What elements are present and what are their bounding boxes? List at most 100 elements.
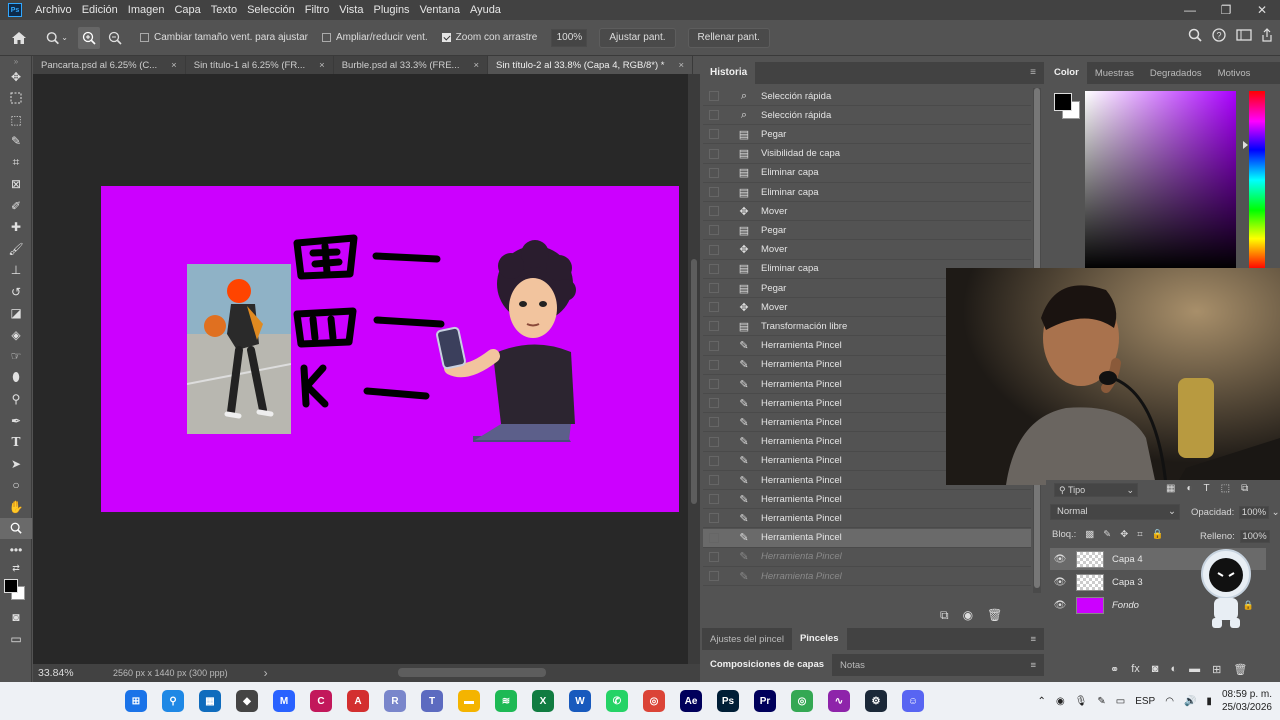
pen-icon[interactable]: ✎ xyxy=(1097,696,1105,707)
chrome-profile-icon[interactable]: ◎ xyxy=(791,690,813,712)
snapshot-source-checkbox[interactable] xyxy=(709,340,719,351)
crop-tool-icon[interactable]: ⌗ xyxy=(0,152,32,174)
tab-brushes[interactable]: Pinceles xyxy=(791,628,847,650)
history-item[interactable]: ✎ Herramienta Pincel xyxy=(703,528,1031,548)
smudge-tool-icon[interactable]: ☞ xyxy=(0,346,32,368)
snapshot-source-checkbox[interactable] xyxy=(709,475,719,485)
lock-transparent-icon[interactable]: ▩ xyxy=(1085,529,1094,540)
lock-pixels-icon[interactable]: ✎ xyxy=(1103,529,1111,540)
color-picker-field[interactable] xyxy=(1085,91,1236,269)
scroll-thumb[interactable] xyxy=(691,259,697,504)
help-icon[interactable]: ? xyxy=(1212,28,1226,45)
history-item[interactable]: ▤ Eliminar capa xyxy=(703,183,1031,202)
snapshot-source-checkbox[interactable] xyxy=(709,398,719,409)
zoom-all-windows-checkbox[interactable]: Ampliar/reducir vent. xyxy=(321,32,428,43)
whatsapp-icon[interactable]: ✆ xyxy=(606,690,628,712)
app-cube-icon[interactable]: ◆ xyxy=(236,690,258,712)
close-tab-icon[interactable]: × xyxy=(678,60,684,71)
close-tab-icon[interactable]: × xyxy=(473,60,479,71)
visibility-eye-icon[interactable]: 👁 xyxy=(1050,554,1070,565)
document-canvas[interactable] xyxy=(101,186,679,512)
windows-start-icon[interactable]: ⊞ xyxy=(125,690,147,712)
snapshot-source-checkbox[interactable] xyxy=(709,244,719,255)
zoom-tool-icon[interactable]: ⌄ xyxy=(46,27,68,49)
photoshop-icon[interactable]: Ps xyxy=(717,690,739,712)
snapshot-source-checkbox[interactable] xyxy=(709,187,719,197)
link-layers-icon[interactable]: ⚭ xyxy=(1110,663,1119,676)
file-explorer-icon[interactable]: ▬ xyxy=(458,690,480,712)
spotify-icon[interactable]: ≋ xyxy=(495,690,517,712)
zoom-in-icon[interactable] xyxy=(78,26,100,49)
after-effects-icon[interactable]: Ae xyxy=(680,690,702,712)
snapshot-source-checkbox[interactable] xyxy=(709,283,719,293)
snapshot-source-checkbox[interactable] xyxy=(709,225,719,236)
sponge-tool-icon[interactable]: ⚲ xyxy=(0,389,32,411)
tab-pancarta[interactable]: Pancarta.psd al 6.25% (C... × xyxy=(33,56,186,74)
search-icon[interactable]: ⚲ xyxy=(162,690,184,712)
snapshot-source-checkbox[interactable] xyxy=(709,532,719,543)
steam-icon[interactable]: ⚙ xyxy=(865,690,887,712)
menu-ventana[interactable]: Ventana xyxy=(415,0,465,20)
pen-tool-icon[interactable]: ✒ xyxy=(0,410,32,432)
fit-screen-button[interactable]: Ajustar pant. xyxy=(599,27,676,48)
app-tray-icon[interactable]: ◉ xyxy=(1056,696,1065,707)
premiere-icon[interactable]: Pr xyxy=(754,690,776,712)
new-group-icon[interactable]: ▬ xyxy=(1189,663,1200,676)
history-item[interactable]: ⌕ Selección rápida xyxy=(703,87,1031,106)
brush-tool-icon[interactable]: 🖌 xyxy=(0,238,32,260)
type-filter-icon[interactable]: T xyxy=(1204,483,1210,494)
foreground-color-swatch[interactable] xyxy=(1054,93,1072,111)
restore-button[interactable]: ❐ xyxy=(1208,0,1244,20)
snapshot-source-checkbox[interactable] xyxy=(709,359,719,370)
delete-state-icon[interactable]: 🗑 xyxy=(987,608,1002,623)
panel-menu-icon[interactable]: ≡ xyxy=(1022,660,1044,671)
history-item[interactable]: ▤ Visibilidad de capa xyxy=(703,145,1031,164)
tab-color[interactable]: Color xyxy=(1046,62,1087,84)
screen-mode-icon[interactable]: ▭ xyxy=(0,628,32,650)
snapshot-source-checkbox[interactable] xyxy=(709,91,719,101)
app-blue-icon[interactable]: M xyxy=(273,690,295,712)
tab-sin-titulo-2[interactable]: Sin título-2 al 33.8% (Capa 4, RGB/8*) *… xyxy=(488,56,694,74)
chevron-down-icon[interactable]: ⌄ xyxy=(1272,507,1280,518)
tab-layer-comps[interactable]: Composiciones de capas xyxy=(702,654,833,676)
new-layer-icon[interactable]: ⊞ xyxy=(1212,663,1221,676)
clone-stamp-tool-icon[interactable]: ⊥ xyxy=(0,260,32,282)
frame-tool-icon[interactable]: ⊠ xyxy=(0,174,32,196)
layer-name[interactable]: Capa 3 xyxy=(1112,577,1143,588)
history-item[interactable]: ✎ Herramienta Pincel xyxy=(703,567,1031,586)
foreground-swatch[interactable] xyxy=(4,578,18,593)
calculator-icon[interactable]: ▦ xyxy=(199,690,221,712)
tab-sin-titulo-1[interactable]: Sin título-1 al 6.25% (FR... × xyxy=(186,56,334,74)
menu-edicion[interactable]: Edición xyxy=(77,0,123,20)
microphone-icon[interactable]: 🎙 xyxy=(1075,696,1088,707)
tab-notes[interactable]: Notas xyxy=(832,660,873,671)
resize-windows-checkbox[interactable]: Cambiar tamaño vent. para ajustar xyxy=(140,32,308,43)
tab-patterns[interactable]: Motivos xyxy=(1210,68,1259,79)
quick-selection-tool-icon[interactable]: ✎ xyxy=(0,131,32,153)
excel-icon[interactable]: X xyxy=(532,690,554,712)
snapshot-source-checkbox[interactable] xyxy=(709,455,719,466)
menu-texto[interactable]: Texto xyxy=(206,0,242,20)
close-window-button[interactable]: ✕ xyxy=(1244,0,1280,20)
close-tab-icon[interactable]: × xyxy=(171,60,177,71)
smart-filter-icon[interactable]: ⧉ xyxy=(1241,483,1248,494)
move-tool-icon[interactable]: ✥ xyxy=(0,66,32,88)
snapshot-source-checkbox[interactable] xyxy=(709,263,719,274)
snapshot-source-checkbox[interactable] xyxy=(709,206,719,217)
blend-mode-select[interactable]: Normal ⌄ xyxy=(1050,504,1180,520)
snapshot-source-checkbox[interactable] xyxy=(709,321,719,332)
history-item[interactable]: ✎ Herramienta Pincel xyxy=(703,509,1031,529)
snapshot-source-checkbox[interactable] xyxy=(709,129,719,140)
app-r-icon[interactable]: R xyxy=(384,690,406,712)
home-icon[interactable] xyxy=(8,27,30,49)
status-menu-arrow[interactable]: › xyxy=(264,666,268,680)
volume-icon[interactable]: 🔊 xyxy=(1184,696,1196,707)
horizontal-scroll-thumb[interactable] xyxy=(398,668,546,677)
add-mask-icon[interactable]: ◙ xyxy=(1152,663,1159,676)
search-icon[interactable] xyxy=(1188,28,1202,45)
snapshot-source-checkbox[interactable] xyxy=(709,513,719,524)
tab-burble[interactable]: Burble.psd al 33.3% (FRE... × xyxy=(334,56,489,74)
clock[interactable]: 08:59 p. m. 25/03/2026 xyxy=(1222,688,1272,714)
quick-mask-icon[interactable]: ◙ xyxy=(0,607,32,629)
menu-capa[interactable]: Capa xyxy=(169,0,205,20)
